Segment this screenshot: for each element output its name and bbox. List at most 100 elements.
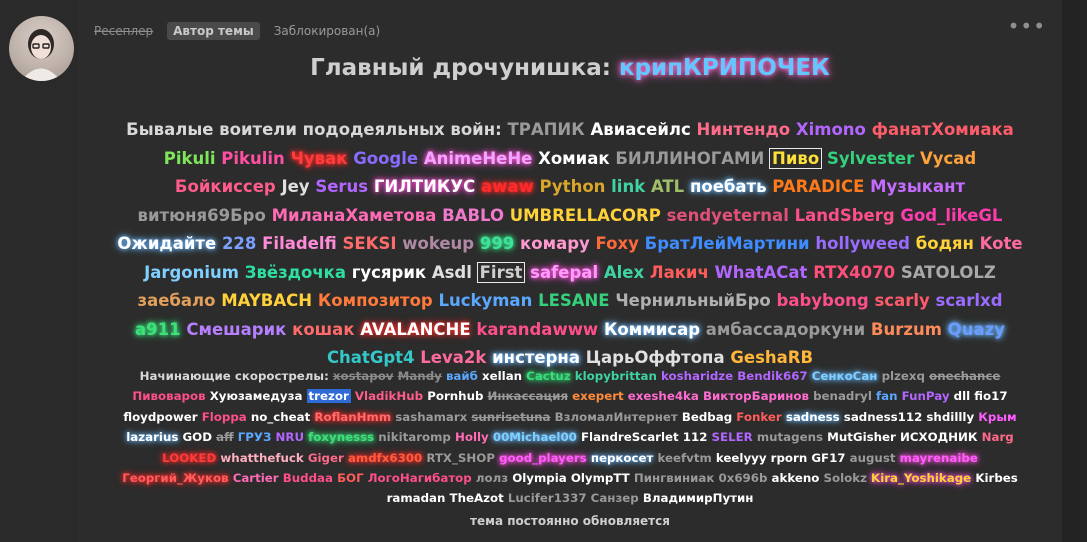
username-link[interactable]: 00Michael00 — [493, 430, 577, 444]
username-link[interactable]: foxynesss — [308, 430, 374, 444]
username-link[interactable]: комару — [520, 234, 590, 253]
username-link[interactable]: БратЛейМартини — [645, 234, 810, 253]
username-link[interactable]: BABLO — [442, 206, 504, 225]
username-link[interactable]: TheAzot — [450, 491, 504, 505]
username-link[interactable]: AnimeHeHe — [424, 149, 533, 168]
username-link[interactable]: гусярик — [352, 263, 426, 282]
username-link[interactable]: Хуюзамедуза — [210, 389, 303, 403]
username-link[interactable]: RTX_SHOP — [426, 451, 495, 465]
username-link[interactable]: Foxy — [596, 234, 639, 253]
username-link[interactable]: FunPay — [902, 389, 950, 403]
username-link[interactable]: Пиво — [769, 147, 823, 169]
username-link[interactable]: dll — [954, 389, 971, 403]
username-link[interactable]: Filadelfi — [262, 234, 337, 253]
username-link[interactable]: fio17 — [974, 389, 1007, 403]
username-link[interactable]: safepal — [530, 263, 598, 282]
username-link[interactable]: ГРУЗ — [238, 430, 272, 444]
username-link[interactable]: Jey — [281, 177, 309, 196]
username-link[interactable]: Cartier — [233, 471, 279, 485]
username-link[interactable]: Floppa — [202, 410, 247, 424]
username-link[interactable]: Narg — [982, 430, 1014, 444]
username-link[interactable]: 0x696b — [719, 471, 768, 485]
username-link[interactable]: витюня69Бро — [138, 206, 266, 225]
username-link[interactable]: инстерна — [492, 348, 580, 367]
username-link[interactable]: Звёздочка — [245, 263, 346, 282]
username-link[interactable]: Giger — [308, 451, 344, 465]
username-link[interactable]: Георгий_Жуков — [122, 471, 228, 485]
username-link[interactable]: Jargonium — [144, 263, 239, 282]
username-link[interactable]: 999 — [480, 234, 514, 253]
username-link[interactable]: Музыкант — [870, 177, 965, 196]
username-link[interactable]: PARADICE — [772, 177, 864, 196]
username-link[interactable]: RoflanHmm — [314, 410, 391, 424]
username-link[interactable]: вайб — [446, 369, 478, 383]
username-link[interactable]: WhatACat — [715, 263, 808, 282]
username-link[interactable]: Fonker — [736, 410, 781, 424]
username-link[interactable]: First — [476, 261, 526, 283]
username-link[interactable]: karandawww — [476, 320, 598, 339]
username-link[interactable]: Бойкиссер — [175, 177, 276, 196]
username-link[interactable]: Solokz — [823, 471, 866, 485]
username-link[interactable]: Pikulin — [221, 149, 285, 168]
scrollbar-track[interactable] — [1062, 0, 1087, 542]
username-link[interactable]: Lucifer1337 — [508, 491, 587, 505]
username-link[interactable]: Buddaa — [283, 471, 333, 485]
username-link[interactable]: sunrisetuna — [471, 410, 550, 424]
username-link[interactable]: benadryl — [813, 389, 872, 403]
username-link[interactable]: SEKSI — [343, 234, 397, 253]
username-link[interactable]: Python — [540, 177, 606, 196]
username-link[interactable]: xostapov — [333, 369, 394, 383]
username-link[interactable]: GF17 — [811, 451, 845, 465]
username-link[interactable]: кошак — [292, 320, 354, 339]
username-link[interactable]: МиланаХаметова — [272, 206, 437, 225]
username-link[interactable]: sadness — [786, 410, 840, 424]
username-link[interactable]: mutagens — [757, 430, 823, 444]
username-link[interactable]: Нинтендо — [697, 120, 791, 139]
username-link[interactable]: Хомиак — [538, 149, 609, 168]
username-link[interactable]: Google — [353, 149, 418, 168]
username-link[interactable]: Olympia — [512, 471, 567, 485]
username-link[interactable]: Luckyman — [438, 291, 532, 310]
username-link[interactable]: Крым — [978, 410, 1016, 424]
username-link[interactable]: Vycad — [920, 149, 976, 168]
username-link[interactable]: RTX4070 — [813, 263, 895, 282]
username-link[interactable]: babybong — [777, 291, 869, 310]
username-link[interactable]: БОГ — [337, 471, 364, 485]
username-link[interactable]: фанатХомиака — [872, 120, 1014, 139]
username-link[interactable]: SATOLOLZ — [901, 263, 996, 282]
username-link[interactable]: БИЛЛИНОГАМИ — [615, 149, 764, 168]
username-link[interactable]: перкосет — [591, 451, 654, 465]
username-link[interactable]: Kira_Yoshikage — [871, 471, 971, 485]
username-link[interactable]: GeshaRB — [730, 348, 813, 367]
username-link[interactable]: aff — [216, 430, 234, 444]
username-link[interactable]: no_cheat — [251, 410, 310, 424]
title-username[interactable]: крипКРИПОЧЕК — [619, 55, 830, 81]
username-link[interactable]: august — [850, 451, 896, 465]
username-link[interactable]: Burzum — [871, 320, 942, 339]
username-link[interactable]: trezor — [306, 389, 351, 404]
username-link[interactable]: Kote — [980, 234, 1023, 253]
username-link[interactable]: поебать — [690, 177, 767, 196]
username-link[interactable]: Авиасейлс — [590, 120, 690, 139]
username-link[interactable]: fan — [876, 389, 898, 403]
username-link[interactable]: Композитор — [318, 291, 433, 310]
username-link[interactable]: Пивоваров — [132, 389, 205, 403]
username-link[interactable]: MutGisher — [827, 430, 896, 444]
username-link[interactable]: Asdl — [432, 263, 472, 282]
username-link[interactable]: Санзер — [591, 491, 639, 505]
username-link[interactable]: MAYBACH — [221, 291, 312, 310]
username-link[interactable]: God_likeGL — [900, 206, 1002, 225]
username-link[interactable]: OlympTT — [571, 471, 630, 485]
username-link[interactable]: ВикторБаринов — [703, 389, 809, 403]
username-link[interactable]: СенкоСан — [812, 369, 878, 383]
username-link[interactable]: Holly — [455, 430, 489, 444]
username-link[interactable]: xellan — [482, 369, 522, 383]
username-link[interactable]: floydpower — [123, 410, 197, 424]
username-link[interactable]: shdillly — [926, 410, 974, 424]
username-link[interactable]: Leva2k — [420, 348, 486, 367]
username-link[interactable]: Инкассация — [488, 389, 569, 403]
username-link[interactable]: GOD — [182, 430, 212, 444]
username-link[interactable]: a911 — [135, 320, 181, 339]
username-link[interactable]: onechance — [929, 369, 1000, 383]
username-link[interactable]: Пингвиниак — [634, 471, 715, 485]
